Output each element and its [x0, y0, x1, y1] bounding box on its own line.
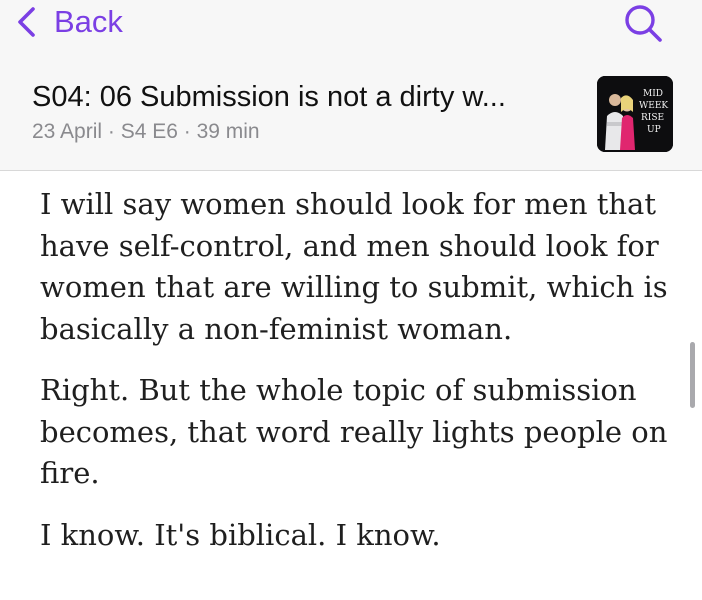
svg-text:MID: MID	[643, 89, 663, 99]
search-icon	[625, 5, 662, 42]
svg-text:UP: UP	[647, 125, 661, 135]
transcript-text: I will say women should look for men tha…	[40, 184, 680, 576]
podcast-artwork[interactable]: MID WEEK RISE UP	[597, 76, 673, 152]
svg-text:WEEK: WEEK	[639, 101, 668, 111]
navigation-header: Back S04: 06 Submission is not a dirty w…	[0, 0, 702, 171]
back-button[interactable]: Back	[16, 2, 123, 42]
podcast-artwork-image: MID WEEK RISE UP	[597, 76, 673, 152]
svg-text:RISE: RISE	[641, 113, 664, 123]
transcript-paragraph: Right. But the whole topic of submission…	[40, 373, 668, 490]
episode-title: S04: 06 Submission is not a dirty w...	[32, 81, 506, 113]
back-button-label: Back	[54, 4, 123, 39]
transcript-paragraph: I know. It's biblical. I know.	[40, 517, 441, 552]
chevron-left-icon	[18, 7, 35, 37]
transcript-paragraph: I will say women should look for men tha…	[40, 187, 668, 346]
episode-meta: 23 April · S4 E6 · 39 min	[32, 120, 260, 143]
scrollbar-thumb[interactable]	[690, 342, 695, 408]
search-button[interactable]	[622, 2, 666, 44]
